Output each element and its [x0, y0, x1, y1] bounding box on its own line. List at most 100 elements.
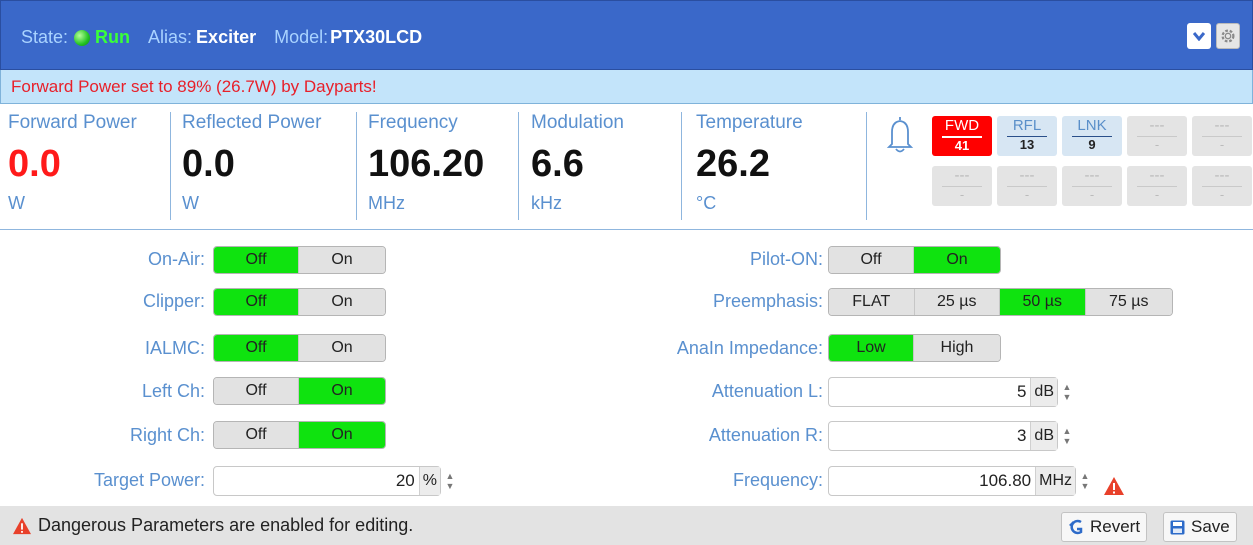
tile-title: --- — [1149, 167, 1165, 184]
tile-count: - — [1137, 136, 1177, 153]
right-ch-off-option[interactable]: Off — [214, 422, 300, 448]
tile-title: --- — [1214, 117, 1230, 134]
tile-count: 13 — [1007, 136, 1047, 153]
preemphasis-75us-option[interactable]: 75 µs — [1085, 289, 1172, 315]
right-ch-label: Right Ch: — [129, 425, 205, 445]
meter-reflected-power: Reflected Power 0.0 W — [182, 108, 352, 226]
left-ch-label: Left Ch: — [141, 381, 205, 401]
frequency-value[interactable]: 106.80 — [829, 471, 1035, 491]
divider — [356, 112, 357, 220]
spin-up-icon[interactable]: ▲ — [1081, 471, 1090, 481]
meter-value: 0.0 — [182, 143, 235, 185]
ialmc-on-option[interactable]: On — [299, 335, 385, 361]
clipper-off-option[interactable]: Off — [214, 289, 300, 315]
tile-count: - — [942, 186, 982, 203]
alarm-tile-empty: --- - — [1192, 166, 1252, 206]
spin-down-icon[interactable]: ▼ — [1063, 392, 1072, 402]
save-button[interactable]: Save — [1163, 512, 1237, 542]
attenuation-l-spinner[interactable]: ▲ ▼ — [1060, 380, 1074, 404]
alarm-tile-fwd[interactable]: FWD 41 — [932, 116, 992, 156]
collapse-button[interactable] — [1187, 23, 1211, 49]
pilot-on-option[interactable]: On — [914, 247, 1000, 273]
spin-up-icon[interactable]: ▲ — [1063, 426, 1072, 436]
meter-label: Frequency — [368, 112, 458, 133]
alarm-tile-lnk[interactable]: LNK 9 — [1062, 116, 1122, 156]
attenuation-r-spinner[interactable]: ▲ ▼ — [1060, 424, 1074, 448]
preemphasis-25us-option[interactable]: 25 µs — [914, 289, 1000, 315]
target-power-unit: % — [418, 467, 440, 495]
bell-icon[interactable] — [884, 114, 916, 154]
clipper-toggle[interactable]: Off On — [213, 288, 386, 316]
tile-count: 9 — [1072, 136, 1112, 153]
preemphasis-50us-option[interactable]: 50 µs — [1000, 289, 1086, 315]
on-air-off-option[interactable]: Off — [214, 247, 300, 273]
pilot-on-toggle[interactable]: Off On — [828, 246, 1001, 274]
pilot-off-option[interactable]: Off — [829, 247, 915, 273]
impedance-high-option[interactable]: High — [914, 335, 1000, 361]
spin-down-icon[interactable]: ▼ — [1081, 481, 1090, 491]
meter-forward-power: Forward Power 0.0 W — [8, 108, 168, 226]
spin-down-icon[interactable]: ▼ — [446, 481, 455, 491]
impedance-low-option[interactable]: Low — [829, 335, 915, 361]
meter-label: Forward Power — [8, 112, 137, 133]
tile-count: - — [1137, 186, 1177, 203]
target-power-label: Target Power: — [93, 470, 205, 490]
save-label: Save — [1191, 517, 1230, 536]
anain-impedance-label: AnaIn Impedance: — [676, 338, 823, 358]
meter-value: 106.20 — [368, 143, 485, 185]
meter-unit: W — [8, 193, 25, 213]
footer-message: Dangerous Parameters are enabled for edi… — [12, 515, 413, 536]
on-air-label: On-Air: — [147, 249, 205, 269]
attenuation-l-value[interactable]: 5 — [829, 382, 1030, 402]
meter-unit: kHz — [531, 193, 562, 213]
revert-button[interactable]: Revert — [1061, 512, 1148, 542]
target-power-input[interactable]: 20 % — [213, 466, 441, 496]
tile-count: 41 — [942, 136, 982, 154]
meter-unit: °C — [696, 193, 717, 213]
on-air-on-option[interactable]: On — [299, 247, 385, 273]
status-led-icon — [74, 29, 91, 46]
chevron-down-icon — [1193, 32, 1205, 41]
alias-label: Alias: — [148, 27, 193, 47]
spin-up-icon[interactable]: ▲ — [1063, 382, 1072, 392]
ialmc-off-option[interactable]: Off — [214, 335, 300, 361]
save-icon — [1170, 520, 1185, 534]
attenuation-r-input[interactable]: 3 dB — [828, 421, 1058, 451]
left-ch-off-option[interactable]: Off — [214, 378, 300, 404]
warning-icon — [1104, 477, 1124, 495]
tile-count: - — [1072, 186, 1112, 203]
meter-label: Temperature — [696, 112, 803, 133]
preemphasis-selector[interactable]: FLAT 25 µs 50 µs 75 µs — [828, 288, 1173, 316]
left-ch-on-option[interactable]: On — [299, 378, 385, 404]
preemphasis-flat-option[interactable]: FLAT — [829, 289, 915, 315]
pilot-on-label: Pilot-ON: — [749, 249, 823, 269]
on-air-toggle[interactable]: Off On — [213, 246, 386, 274]
spin-up-icon[interactable]: ▲ — [446, 471, 455, 481]
spin-down-icon[interactable]: ▼ — [1063, 436, 1072, 446]
target-power-value[interactable]: 20 — [214, 471, 419, 491]
target-power-spinner[interactable]: ▲ ▼ — [443, 469, 457, 493]
right-ch-toggle[interactable]: Off On — [213, 421, 386, 449]
status-header: State: Run Alias: Exciter Model: PTX30LC… — [0, 0, 1253, 70]
left-ch-toggle[interactable]: Off On — [213, 377, 386, 405]
clipper-on-option[interactable]: On — [299, 289, 385, 315]
right-ch-on-option[interactable]: On — [299, 422, 385, 448]
status-line: State: Run Alias: Exciter Model: PTX30LC… — [21, 27, 440, 48]
ialmc-toggle[interactable]: Off On — [213, 334, 386, 362]
divider — [866, 112, 867, 220]
attenuation-r-value[interactable]: 3 — [829, 426, 1030, 446]
settings-button[interactable] — [1216, 23, 1240, 49]
meter-value: 6.6 — [531, 143, 584, 185]
frequency-spinner[interactable]: ▲ ▼ — [1078, 469, 1092, 493]
alarm-tile-empty: --- - — [997, 166, 1057, 206]
warning-icon — [13, 517, 31, 534]
attenuation-r-unit: dB — [1030, 422, 1057, 450]
status-footer: Dangerous Parameters are enabled for edi… — [0, 506, 1253, 545]
tile-title: LNK — [1077, 117, 1107, 134]
frequency-label: Frequency: — [732, 470, 823, 490]
frequency-input[interactable]: 106.80 MHz — [828, 466, 1076, 496]
alarm-tile-rfl[interactable]: RFL 13 — [997, 116, 1057, 156]
dayparts-banner: Forward Power set to 89% (26.7W) by Dayp… — [0, 70, 1253, 104]
anain-impedance-toggle[interactable]: Low High — [828, 334, 1001, 362]
attenuation-l-input[interactable]: 5 dB — [828, 377, 1058, 407]
